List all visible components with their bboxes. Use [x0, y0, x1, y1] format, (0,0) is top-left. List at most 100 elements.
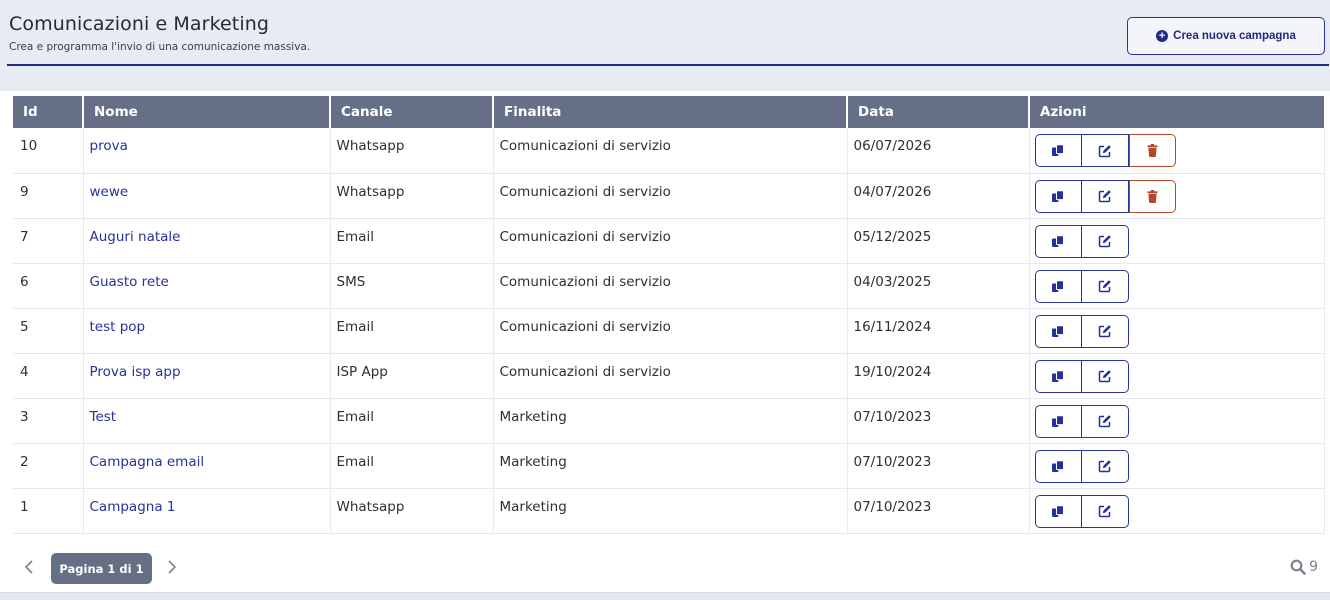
- cell-finalita: Marketing: [493, 443, 848, 489]
- row-actions: [1034, 179, 1176, 213]
- edit-button[interactable]: [1081, 494, 1129, 528]
- cell-data: 04/07/2026: [847, 173, 1030, 219]
- cell-canale: Email: [330, 218, 494, 264]
- table-body: 10 prova Whatsapp Comunicazioni di servizio…: [13, 128, 1325, 534]
- row-actions: [1034, 449, 1129, 483]
- duplicate-button[interactable]: [1034, 134, 1082, 167]
- copy-icon: [1051, 144, 1065, 157]
- result-count: 9: [1290, 559, 1318, 575]
- edit-button[interactable]: [1081, 134, 1129, 167]
- cell-data: 07/10/2023: [847, 488, 1030, 534]
- column-header-azioni: Azioni: [1029, 96, 1324, 128]
- cell-finalita: Marketing: [493, 398, 848, 444]
- duplicate-button[interactable]: [1034, 269, 1082, 303]
- cell-data: 16/11/2024: [847, 308, 1030, 354]
- cell-id: 2: [13, 443, 84, 489]
- edit-icon: [1098, 324, 1112, 338]
- duplicate-button[interactable]: [1034, 224, 1082, 258]
- table-row[interactable]: 6 Guasto rete SMS Comunicazioni di servizio…: [13, 263, 1325, 309]
- trash-icon: [1147, 144, 1158, 157]
- row-actions: [1034, 494, 1129, 528]
- column-header-data[interactable]: Data: [847, 96, 1030, 128]
- header-divider: [7, 64, 1329, 66]
- page-title: Comunicazioni e Marketing: [9, 13, 270, 35]
- cell-id: 3: [13, 398, 84, 444]
- edit-button[interactable]: [1081, 359, 1129, 393]
- cell-nome-link[interactable]: wewe: [83, 173, 331, 219]
- cell-nome-link[interactable]: test pop: [83, 308, 331, 354]
- duplicate-button[interactable]: [1034, 494, 1082, 528]
- table-row[interactable]: 2 Campagna email Email Marketing 07/10/2023: [13, 443, 1325, 489]
- chevron-left-icon[interactable]: [24, 559, 34, 575]
- cell-nome-link[interactable]: Auguri natale: [83, 218, 331, 264]
- copy-icon: [1051, 324, 1065, 338]
- edit-button[interactable]: [1081, 449, 1129, 483]
- cell-canale: SMS: [330, 263, 494, 309]
- duplicate-button[interactable]: [1034, 314, 1082, 348]
- edit-icon: [1098, 189, 1112, 203]
- edit-button[interactable]: [1081, 179, 1129, 213]
- copy-icon: [1051, 459, 1065, 473]
- duplicate-button[interactable]: [1034, 449, 1082, 483]
- cell-azioni: [1029, 353, 1325, 399]
- cell-canale: Whatsapp: [330, 488, 494, 534]
- row-actions: [1034, 269, 1129, 303]
- cell-finalita: Marketing: [493, 488, 848, 534]
- cell-azioni: [1029, 308, 1325, 354]
- table-row[interactable]: 3 Test Email Marketing 07/10/2023: [13, 398, 1325, 444]
- cell-azioni: [1029, 128, 1325, 174]
- pagination: Pagina 1 di 1 9: [0, 553, 1330, 585]
- cell-nome-link[interactable]: Campagna email: [83, 443, 331, 489]
- column-header-canale[interactable]: Canale: [330, 96, 494, 128]
- edit-icon: [1098, 144, 1112, 158]
- cell-id: 7: [13, 218, 84, 264]
- cell-id: 6: [13, 263, 84, 309]
- edit-button[interactable]: [1081, 224, 1129, 258]
- duplicate-button[interactable]: [1034, 359, 1082, 393]
- create-campaign-button[interactable]: + Crea nuova campagna: [1127, 17, 1325, 55]
- edit-button[interactable]: [1081, 269, 1129, 303]
- cell-azioni: [1029, 263, 1325, 309]
- copy-icon: [1051, 414, 1065, 428]
- cell-id: 5: [13, 308, 84, 354]
- copy-icon: [1051, 234, 1065, 248]
- column-header-nome[interactable]: Nome: [83, 96, 331, 128]
- cell-canale: Email: [330, 443, 494, 489]
- cell-finalita: Comunicazioni di servizio: [493, 218, 848, 264]
- cell-finalita: Comunicazioni di servizio: [493, 308, 848, 354]
- cell-canale: ISP App: [330, 353, 494, 399]
- edit-icon: [1098, 504, 1112, 518]
- column-header-id[interactable]: Id: [13, 96, 84, 128]
- row-actions: [1034, 314, 1129, 348]
- table-row[interactable]: 10 prova Whatsapp Comunicazioni di servizio…: [13, 128, 1325, 174]
- duplicate-button[interactable]: [1034, 404, 1082, 438]
- edit-button[interactable]: [1081, 404, 1129, 438]
- cell-finalita: Comunicazioni di servizio: [493, 128, 848, 174]
- cell-azioni: [1029, 488, 1325, 534]
- cell-nome-link[interactable]: Test: [83, 398, 331, 444]
- cell-data: 06/07/2026: [847, 128, 1030, 174]
- edit-icon: [1098, 369, 1112, 383]
- table-row[interactable]: 1 Campagna 1 Whatsapp Marketing 07/10/2023: [13, 488, 1325, 534]
- cell-id: 1: [13, 488, 84, 534]
- table-row[interactable]: 5 test pop Email Comunicazioni di servizio 1…: [13, 308, 1325, 354]
- delete-button[interactable]: [1128, 134, 1176, 167]
- table-row[interactable]: 4 Prova isp app ISP App Comunicazioni di se…: [13, 353, 1325, 399]
- edit-icon: [1098, 459, 1112, 473]
- cell-nome-link[interactable]: Guasto rete: [83, 263, 331, 309]
- chevron-right-icon[interactable]: [167, 559, 177, 575]
- cell-id: 4: [13, 353, 84, 399]
- cell-nome-link[interactable]: Prova isp app: [83, 353, 331, 399]
- cell-data: 07/10/2023: [847, 398, 1030, 444]
- cell-nome-link[interactable]: prova: [83, 128, 331, 174]
- edit-button[interactable]: [1081, 314, 1129, 348]
- column-header-finalita[interactable]: Finalita: [493, 96, 848, 128]
- cell-nome-link[interactable]: Campagna 1: [83, 488, 331, 534]
- table-row[interactable]: 7 Auguri natale Email Comunicazioni di serv…: [13, 218, 1325, 264]
- duplicate-button[interactable]: [1034, 179, 1082, 213]
- table-row[interactable]: 9 wewe Whatsapp Comunicazioni di servizio 04…: [13, 173, 1325, 219]
- delete-button[interactable]: [1128, 179, 1176, 213]
- campaigns-panel: Id Nome Canale Finalita Data Azioni 10 pr…: [0, 91, 1330, 592]
- cell-id: 9: [13, 173, 84, 219]
- copy-icon: [1051, 369, 1065, 383]
